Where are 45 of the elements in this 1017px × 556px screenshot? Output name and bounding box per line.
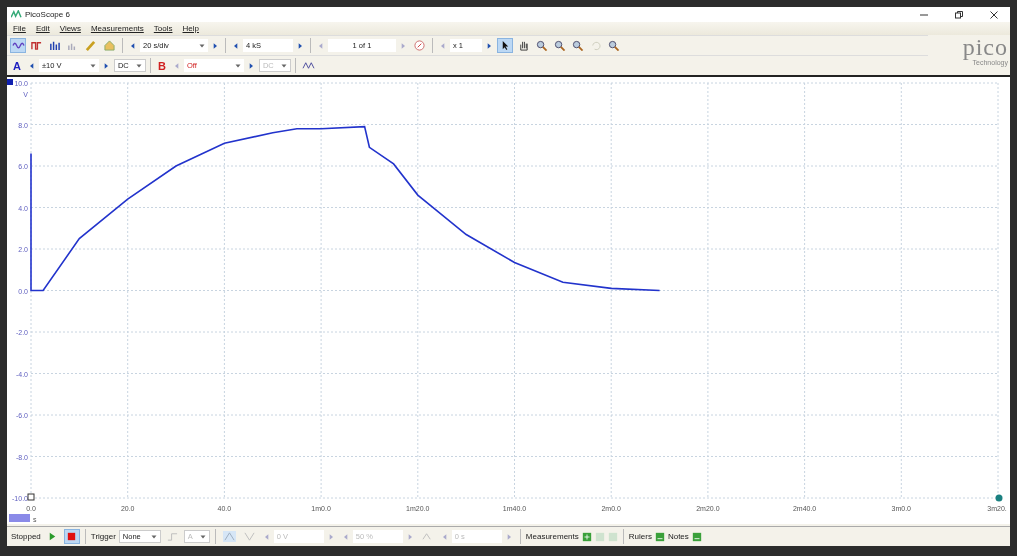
measurements-label: Measurements xyxy=(525,532,579,541)
menu-item[interactable]: Edit xyxy=(35,24,50,33)
caret-icon xyxy=(89,63,96,68)
add-measurement-icon[interactable] xyxy=(581,531,592,542)
trigger-mode-icon[interactable] xyxy=(165,531,179,542)
menu-item[interactable]: Help xyxy=(182,24,199,33)
math-channel-icon[interactable] xyxy=(301,60,315,71)
scope-mode-icon[interactable] xyxy=(10,38,26,53)
logo-text: pico xyxy=(962,35,1008,59)
caret-icon xyxy=(199,43,205,48)
window-title: PicoScope 6 xyxy=(25,10,70,19)
ruler-handle[interactable] xyxy=(27,493,35,501)
left-arrow-icon[interactable] xyxy=(232,41,240,50)
left-arrow-icon[interactable] xyxy=(129,41,137,50)
stop-button[interactable] xyxy=(63,529,80,544)
trigger-marker[interactable] xyxy=(995,494,1003,502)
status-text: Stopped xyxy=(11,532,41,541)
caret-icon xyxy=(135,63,142,68)
right-arrow-icon[interactable] xyxy=(211,41,219,50)
notes-icon[interactable] xyxy=(691,531,702,542)
menu-item[interactable]: File xyxy=(13,24,26,33)
channel-button[interactable]: A xyxy=(10,59,24,72)
caret-icon xyxy=(199,534,206,539)
caret-icon xyxy=(280,63,287,68)
home-icon[interactable] xyxy=(103,40,116,51)
menu-item[interactable]: Views xyxy=(59,24,81,33)
right-arrow-icon[interactable] xyxy=(296,41,304,50)
trigger-label: Trigger xyxy=(90,532,116,541)
right-arrow-icon[interactable] xyxy=(485,41,493,50)
probe-icon[interactable] xyxy=(84,40,97,51)
rising-edge-icon[interactable] xyxy=(222,531,236,542)
caret-icon xyxy=(234,63,241,68)
falling-edge-icon[interactable] xyxy=(242,531,256,542)
pointer-icon[interactable] xyxy=(497,38,513,53)
caret-icon xyxy=(150,534,157,539)
notes-label: Notes xyxy=(667,532,689,541)
menu-item[interactable]: Tools xyxy=(153,24,173,33)
rulers-icon[interactable] xyxy=(654,531,665,542)
close-icon[interactable] xyxy=(989,9,999,20)
app-icon xyxy=(11,10,22,19)
menu-item[interactable]: Measurements xyxy=(90,24,144,33)
compass-icon[interactable] xyxy=(413,40,426,51)
channel-marker[interactable] xyxy=(7,79,13,85)
restore-icon[interactable] xyxy=(954,9,964,20)
rulers-label: Rulers xyxy=(628,532,652,541)
